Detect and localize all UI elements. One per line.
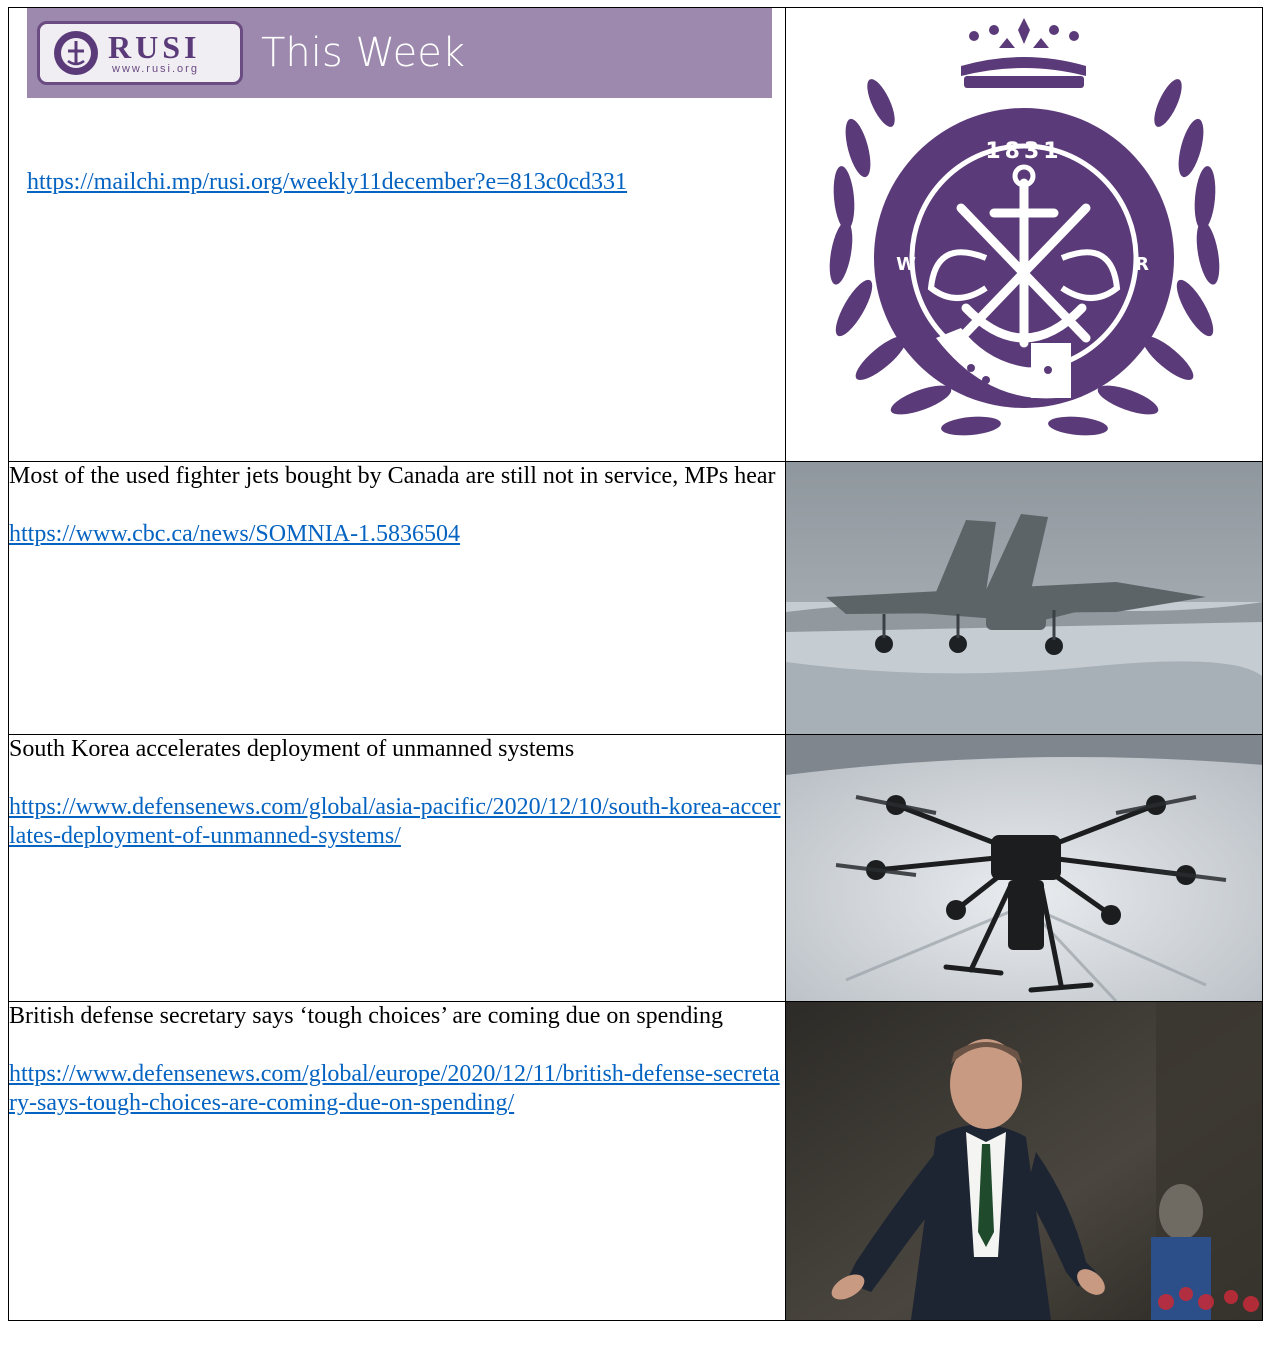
article-link[interactable]: https://www.defensenews.com/global/asia-… — [9, 794, 781, 849]
seal-year: 1831 — [985, 139, 1062, 164]
seal-right-letter: R — [1135, 254, 1149, 275]
rusi-banner: RUSI www.rusi.org This Week — [27, 8, 772, 98]
article-text-cell: Most of the used fighter jets bought by … — [8, 461, 786, 735]
defense-secretary-photo — [786, 1002, 1262, 1320]
seal-icon — [54, 31, 98, 75]
drone-photo — [786, 735, 1262, 1001]
seal-left-letter: W — [896, 254, 916, 275]
article-image-cell — [785, 734, 1263, 1002]
article-link[interactable]: https://www.cbc.ca/news/SOMNIA-1.5836504 — [9, 521, 460, 547]
banner-title: This Week — [261, 30, 466, 76]
article-row: South Korea accelerates deployment of un… — [8, 734, 1263, 1002]
header-link[interactable]: https://mailchi.mp/rusi.org/weekly11dece… — [27, 168, 785, 197]
article-row: British defense secretary says ‘tough ch… — [8, 1001, 1263, 1321]
rusi-crest-image: 1831 W R — [786, 8, 1262, 461]
logo-url: www.rusi.org — [112, 63, 199, 75]
article-image-cell — [785, 461, 1263, 735]
article-image-cell — [785, 1001, 1263, 1321]
newsletter-table: RUSI www.rusi.org This Week https://mail… — [8, 7, 1263, 1321]
header-cell: RUSI www.rusi.org This Week https://mail… — [8, 7, 786, 462]
article-headline: British defense secretary says ‘tough ch… — [9, 1003, 723, 1029]
article-row: Most of the used fighter jets bought by … — [8, 461, 1263, 735]
logo-name: RUSI — [108, 29, 201, 65]
rusi-crest-cell: 1831 W R — [785, 7, 1263, 462]
article-text-cell: South Korea accelerates deployment of un… — [8, 734, 786, 1002]
article-headline: Most of the used fighter jets bought by … — [9, 463, 776, 489]
fighter-jet-photo — [786, 462, 1262, 734]
article-headline: South Korea accelerates deployment of un… — [9, 736, 575, 762]
rusi-logo: RUSI www.rusi.org — [37, 21, 243, 85]
header-row: RUSI www.rusi.org This Week https://mail… — [8, 7, 1263, 462]
article-text-cell: British defense secretary says ‘tough ch… — [8, 1001, 786, 1321]
article-link[interactable]: https://www.defensenews.com/global/europ… — [9, 1061, 780, 1116]
